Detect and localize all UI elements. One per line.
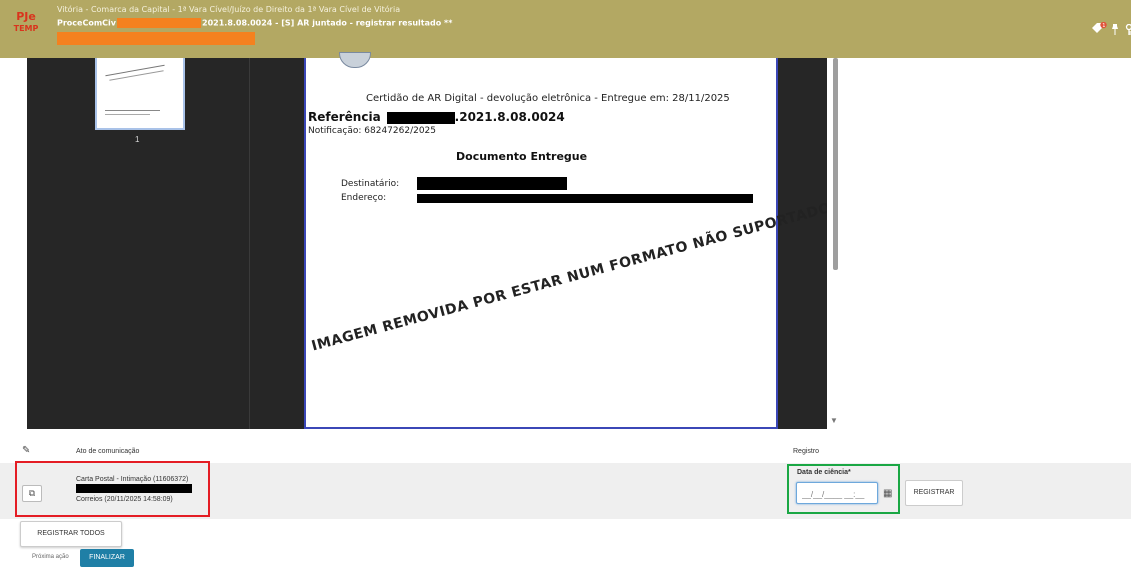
data-ciencia-input[interactable] xyxy=(800,484,878,504)
page-thumbnail[interactable] xyxy=(95,58,185,130)
scrollbar-thumb[interactable] xyxy=(833,58,838,270)
notificacao: Notificação: 68247262/2025 xyxy=(308,126,436,136)
registrar-todos-button[interactable]: REGISTRAR TODOS xyxy=(20,521,122,547)
redacted-destinatario xyxy=(417,177,567,190)
calendar-icon[interactable]: ▦ xyxy=(883,488,892,499)
registrar-button[interactable]: REGISTRAR xyxy=(905,480,963,506)
process-title: ProceComCiv 2021.8.08.0024 - [S] AR junta… xyxy=(57,18,452,28)
destinatario-label: Destinatário: xyxy=(341,179,399,189)
redacted-reference xyxy=(387,112,455,124)
col-registro: Registro xyxy=(793,448,819,455)
certidao-title: Certidão de AR Digital - devolução eletr… xyxy=(366,93,730,104)
logo-env: TEMP xyxy=(8,25,44,34)
document-page: Certidão de AR Digital - devolução eletr… xyxy=(304,58,778,429)
redacted-endereco xyxy=(417,194,753,203)
top-bar: PJe TEMP Vitória - Comarca da Capital - … xyxy=(0,0,1131,58)
court-name: Vitória - Comarca da Capital - 1ª Vara C… xyxy=(57,5,400,14)
process-class: ProceComCiv xyxy=(57,19,116,28)
red-highlight-frame xyxy=(15,461,210,517)
col-ato-comunicacao: Ato de comunicação xyxy=(76,448,139,455)
data-ciencia-field[interactable] xyxy=(796,482,878,504)
redacted-subtitle xyxy=(57,32,255,45)
notification-badge: 1 xyxy=(1102,23,1105,29)
pin-icon[interactable] xyxy=(1111,24,1119,39)
scroll-down-icon[interactable]: ▼ xyxy=(830,416,838,425)
redacted-process-number xyxy=(117,18,201,28)
key-icon[interactable] xyxy=(1125,24,1131,39)
data-ciencia-label: Data de ciência* xyxy=(797,469,851,476)
removed-image-notice: IMAGEM REMOVIDA POR ESTAR NUM FORMATO NÃ… xyxy=(310,217,768,354)
pen-icon: ✎ xyxy=(22,445,30,456)
pje-logo[interactable]: PJe TEMP xyxy=(8,11,44,34)
thumbnail-page-number: 1 xyxy=(135,135,139,144)
table-header: ✎ Ato de comunicação Registro xyxy=(0,439,1131,463)
finalizar-button[interactable]: FINALIZAR xyxy=(80,549,134,567)
thumbnail-panel: 1 xyxy=(27,58,250,429)
documento-entregue: Documento Entregue xyxy=(456,150,587,163)
document-viewer[interactable]: 1 Certidão de AR Digital - devolução ele… xyxy=(27,58,841,429)
logo-text: PJe xyxy=(8,11,44,23)
endereco-label: Endereço: xyxy=(341,193,386,203)
process-task: 2021.8.08.0024 - [S] AR juntado - regist… xyxy=(202,19,452,28)
referencia-number: .2021.8.08.0024 xyxy=(455,110,565,124)
seal-icon xyxy=(339,52,371,68)
referencia: Referência .2021.8.08.0024 xyxy=(308,110,565,124)
tags-icon[interactable]: 1 xyxy=(1091,22,1107,39)
referencia-label: Referência xyxy=(308,110,381,124)
proxima-acao-label: Próxima ação xyxy=(32,554,69,560)
